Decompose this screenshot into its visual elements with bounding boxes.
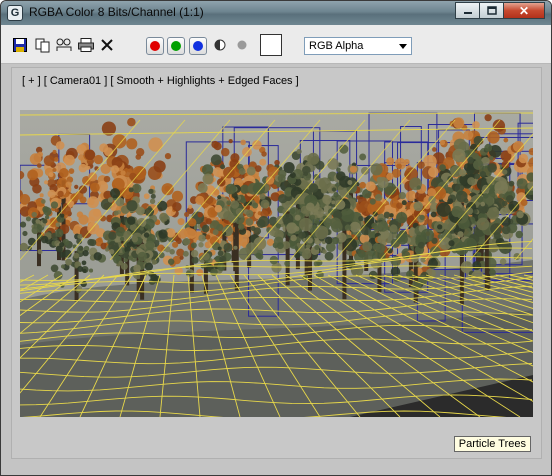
- window-title: RGBA Color 8 Bits/Channel (1:1): [29, 5, 204, 19]
- display-channel-select[interactable]: RGB Alpha: [304, 37, 412, 55]
- clear-button[interactable]: [99, 37, 115, 53]
- monochrome-icon: [214, 39, 226, 51]
- scene-render: [20, 110, 533, 417]
- alpha-channel-button[interactable]: [234, 37, 250, 53]
- color-swatch[interactable]: [260, 34, 282, 56]
- blue-channel-toggle[interactable]: [189, 37, 207, 55]
- print-button[interactable]: [78, 37, 94, 53]
- copy-icon: [35, 38, 49, 52]
- blue-channel-icon: [193, 41, 203, 51]
- viewport-frame: [ + ] [ Camera01 ] [ Smooth + Highlights…: [11, 67, 542, 459]
- title-bar[interactable]: G RGBA Color 8 Bits/Channel (1:1) ✕: [1, 1, 551, 25]
- save-icon: [13, 38, 27, 52]
- close-icon: ✕: [518, 3, 530, 18]
- display-channel-value: RGB Alpha: [309, 40, 364, 52]
- save-button[interactable]: [12, 37, 28, 53]
- chevron-down-icon: [399, 43, 407, 49]
- red-channel-toggle[interactable]: [146, 37, 164, 55]
- maximize-icon: [486, 6, 497, 15]
- clear-icon: [101, 39, 113, 51]
- object-name-badge: Particle Trees: [453, 436, 531, 452]
- copy-button[interactable]: [34, 37, 50, 53]
- minimize-button[interactable]: [455, 2, 480, 19]
- print-icon: [78, 38, 94, 52]
- maximize-button[interactable]: [479, 2, 504, 19]
- close-button[interactable]: ✕: [503, 2, 545, 19]
- render-toolbar: RGB Alpha: [1, 25, 551, 64]
- clone-icon: [56, 38, 72, 51]
- red-channel-icon: [150, 41, 160, 51]
- minimize-icon: [463, 11, 472, 14]
- clone-button[interactable]: [56, 37, 72, 53]
- viewport-label[interactable]: [ + ] [ Camera01 ] [ Smooth + Highlights…: [22, 75, 299, 87]
- rendered-image[interactable]: [20, 110, 533, 417]
- app-icon[interactable]: G: [7, 5, 23, 21]
- render-frame-window: G RGBA Color 8 Bits/Channel (1:1) ✕ RGB …: [0, 0, 552, 476]
- green-channel-icon: [171, 41, 181, 51]
- alpha-dot-icon: [237, 40, 247, 50]
- monochrome-button[interactable]: [212, 37, 228, 53]
- green-channel-toggle[interactable]: [167, 37, 185, 55]
